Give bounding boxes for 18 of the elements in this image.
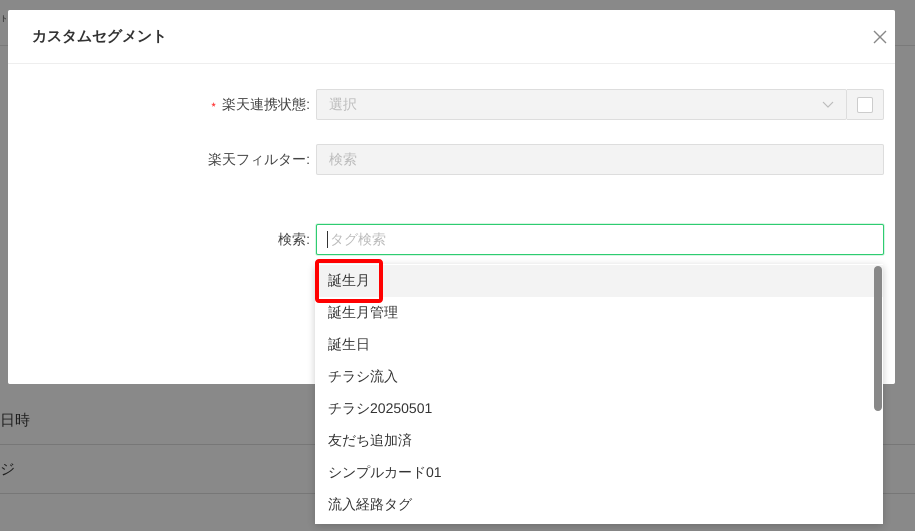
- dropdown-option[interactable]: チラシ流入: [315, 361, 883, 393]
- dropdown-option[interactable]: シンプルカード01: [315, 457, 883, 489]
- dropdown-option[interactable]: 流入経路タグ: [315, 489, 883, 521]
- field-label: 検索:: [278, 230, 310, 248]
- dropdown-option[interactable]: 誕生月管理: [315, 297, 883, 329]
- field-label: 楽天連携状態:: [222, 96, 310, 114]
- dialog-title: カスタムセグメント: [32, 27, 167, 46]
- dropdown-option[interactable]: 誕生日: [315, 329, 883, 361]
- chevron-down-icon: [822, 101, 834, 108]
- scrollbar[interactable]: [874, 266, 882, 411]
- text-cursor: [327, 231, 328, 248]
- page-heading: ト: [0, 13, 8, 24]
- field-label: 楽天フィルター:: [208, 150, 310, 168]
- dropdown-option[interactable]: 友だち追加済: [315, 425, 883, 457]
- dropdown-option[interactable]: チラシ20250501: [315, 393, 883, 425]
- close-icon[interactable]: [873, 30, 887, 44]
- row-label: ジ: [0, 460, 15, 478]
- row-label: 日時: [0, 410, 30, 430]
